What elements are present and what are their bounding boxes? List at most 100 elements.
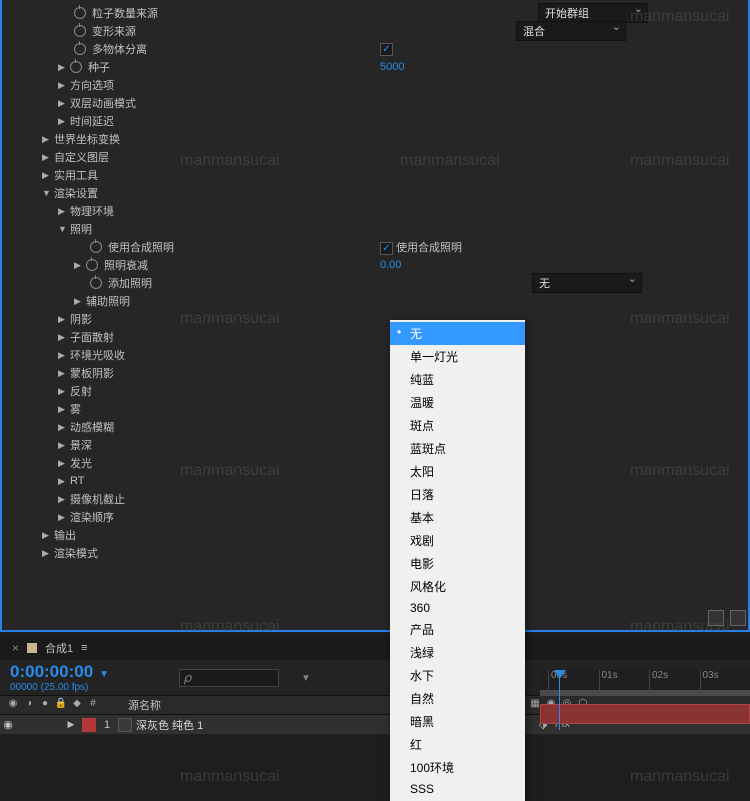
group-time-delay[interactable]: ▶时间延迟 [2, 112, 748, 130]
number-column-icon[interactable]: # [86, 698, 100, 712]
popup-item-basic[interactable]: 基本 [390, 506, 525, 529]
time-ruler[interactable]: 00s 01s 02s 03s [540, 670, 750, 690]
panel-footer-icons [708, 610, 746, 626]
visibility-toggle-icon[interactable]: ◉ [0, 718, 16, 731]
value-seed[interactable]: 5000 [380, 61, 404, 73]
watermark-text: manmansucai [630, 768, 730, 786]
prop-seed[interactable]: ▶ 种子 5000 [2, 58, 748, 76]
checkbox-multi-object[interactable]: ✓ [380, 43, 393, 56]
group-dual-anim-mode[interactable]: ▶双层动画模式 [2, 94, 748, 112]
popup-item-drama[interactable]: 戏剧 [390, 529, 525, 552]
value-light-falloff[interactable]: 0.00 [380, 259, 401, 271]
group-utilities[interactable]: ▶实用工具 [2, 166, 748, 184]
popup-item-sss[interactable]: SSS [390, 779, 525, 799]
group-matte-shadows[interactable]: ▶蒙板阴影 [2, 364, 748, 382]
tab-close-icon[interactable]: × [12, 641, 19, 655]
popup-item-underwater[interactable]: 水下 [390, 664, 525, 687]
dropdown-transform-source[interactable]: 混合 [516, 21, 626, 41]
timeline-tab-bar: × 合成1 ≡ [0, 636, 750, 660]
timecode-caret-icon[interactable]: ▼ [99, 669, 109, 680]
group-render-order[interactable]: ▶渲染顺序 [2, 508, 748, 526]
label-column-icon[interactable]: ◆ [70, 698, 84, 712]
solo-column-icon[interactable]: ● [38, 698, 52, 712]
popup-item-360[interactable]: 360 [390, 598, 525, 618]
group-render-mode[interactable]: ▶渲染模式 [2, 544, 748, 562]
group-shadows[interactable]: ▶阴影 [2, 310, 748, 328]
popup-item-100env[interactable]: 100环境 [390, 756, 525, 779]
prop-multi-object-separate[interactable]: 多物体分离 ✓ [2, 40, 748, 58]
prop-add-lighting[interactable]: 添加照明 无 [2, 274, 748, 292]
popup-item-red[interactable]: 红 [390, 733, 525, 756]
popup-item-single-light[interactable]: 单一灯光 [390, 345, 525, 368]
current-timecode[interactable]: 0:00:00:00 [10, 662, 93, 682]
layer-duration-bar[interactable] [540, 704, 750, 724]
ruler-tick: 01s [599, 670, 650, 690]
tab-menu-icon[interactable]: ≡ [81, 642, 87, 654]
search-dropdown-icon[interactable]: ▾ [303, 671, 309, 684]
group-custom-layers[interactable]: ▶自定义图层 [2, 148, 748, 166]
stopwatch-icon[interactable] [86, 259, 98, 271]
comp-tab-name[interactable]: 合成1 [45, 640, 73, 656]
popup-item-stylized[interactable]: 风格化 [390, 575, 525, 598]
source-name-header[interactable]: 源名称 [128, 697, 161, 713]
group-ambient-occlusion[interactable]: ▶环境光吸收 [2, 346, 748, 364]
ruler-tick: 03s [700, 670, 750, 690]
add-lighting-popup: 无 单一灯光 纯蓝 温暖 斑点 蓝斑点 太阳 日落 基本 戏剧 电影 风格化 3… [390, 320, 525, 801]
playhead-icon[interactable] [554, 670, 566, 678]
layer-name[interactable]: 深灰色 纯色 1 [136, 717, 203, 733]
group-reflection[interactable]: ▶反射 [2, 382, 748, 400]
popup-item-spot[interactable]: 斑点 [390, 414, 525, 437]
group-glow[interactable]: ▶发光 [2, 454, 748, 472]
popup-item-movie[interactable]: 电影 [390, 552, 525, 575]
watermark-text: manmansucai [180, 768, 280, 786]
stopwatch-icon[interactable] [74, 7, 86, 19]
popup-item-light-green[interactable]: 浅绿 [390, 641, 525, 664]
stopwatch-icon[interactable] [90, 241, 102, 253]
layer-expand-icon[interactable]: ▶ [64, 719, 78, 730]
group-physics-env[interactable]: ▶物理环境 [2, 202, 748, 220]
group-rt[interactable]: ▶RT [2, 472, 748, 490]
prop-use-comp-lighting[interactable]: 使用合成照明 ✓ 使用合成照明 [2, 238, 748, 256]
popup-item-product[interactable]: 产品 [390, 618, 525, 641]
expand-arrow-icon[interactable]: ▶ [58, 62, 68, 73]
panel-icon-2[interactable] [730, 610, 746, 626]
popup-item-natural[interactable]: 自然 [390, 687, 525, 710]
popup-item-sun[interactable]: 太阳 [390, 460, 525, 483]
popup-item-warm[interactable]: 温暖 [390, 391, 525, 414]
prop-particle-count-source[interactable]: 粒子数量来源 开始群组 [2, 4, 748, 22]
stopwatch-icon[interactable] [90, 277, 102, 289]
popup-item-blue-spot[interactable]: 蓝斑点 [390, 437, 525, 460]
group-dof[interactable]: ▶景深 [2, 436, 748, 454]
audio-column-icon[interactable]: ◑ [22, 698, 36, 712]
playhead-line [559, 670, 560, 730]
popup-item-pure-blue[interactable]: 纯蓝 [390, 368, 525, 391]
stopwatch-icon[interactable] [74, 25, 86, 37]
group-fog[interactable]: ▶雾 [2, 400, 748, 418]
popup-item-dark[interactable]: 暗黑 [390, 710, 525, 733]
timeline-time-area: 00s 01s 02s 03s [540, 670, 750, 724]
comp-color-swatch [27, 643, 37, 653]
checkbox-comp-lighting[interactable]: ✓ [380, 242, 393, 255]
stopwatch-icon[interactable] [74, 43, 86, 55]
group-world-transform[interactable]: ▶世界坐标变换 [2, 130, 748, 148]
group-lighting[interactable]: ▼照明 [2, 220, 748, 238]
dropdown-particle-source[interactable]: 开始群组 [538, 3, 648, 23]
group-render-settings[interactable]: ▼渲染设置 [2, 184, 748, 202]
group-output[interactable]: ▶输出 [2, 526, 748, 544]
layer-label-color[interactable] [82, 718, 96, 732]
panel-icon-1[interactable] [708, 610, 724, 626]
group-motion-blur[interactable]: ▶动感模糊 [2, 418, 748, 436]
group-aux-lighting[interactable]: ▶辅助照明 [2, 292, 748, 310]
lock-column-icon[interactable]: 🔒 [54, 698, 68, 712]
timeline-search-input[interactable] [179, 669, 279, 687]
popup-item-none[interactable]: 无 [390, 322, 525, 345]
group-camera-cutoff[interactable]: ▶摄像机截止 [2, 490, 748, 508]
visibility-column-icon[interactable]: ◉ [6, 698, 20, 712]
prop-transform-source[interactable]: 变形来源 混合 [2, 22, 748, 40]
stopwatch-icon[interactable] [70, 61, 82, 73]
group-child-scatter[interactable]: ▶子面散射 [2, 328, 748, 346]
frame-info: 00000 (25.00 fps) [10, 682, 109, 693]
dropdown-add-lighting[interactable]: 无 [532, 273, 642, 293]
group-direction-options[interactable]: ▶方向选项 [2, 76, 748, 94]
popup-item-sunset[interactable]: 日落 [390, 483, 525, 506]
